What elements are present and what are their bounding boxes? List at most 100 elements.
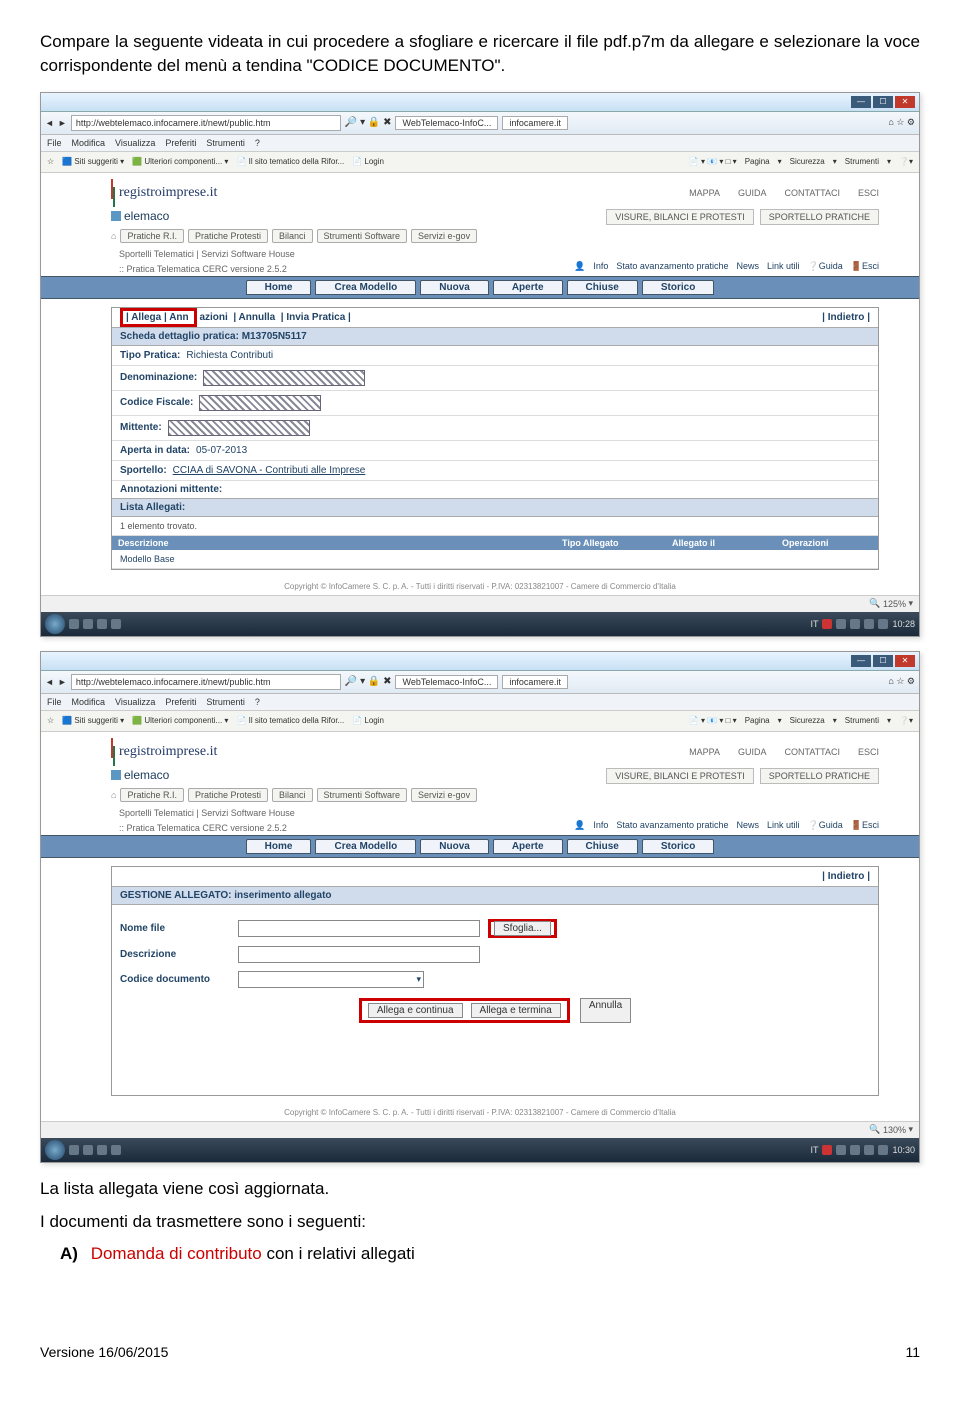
tray-icon[interactable] <box>822 1145 832 1155</box>
annulla-action[interactable]: | Annulla <box>233 312 275 323</box>
minimize-button[interactable]: — <box>851 96 871 108</box>
link-contatta[interactable]: CONTATTACI <box>784 188 840 198</box>
taskbar-icon[interactable] <box>97 619 107 629</box>
menu-help[interactable]: ? <box>255 138 260 148</box>
link-mappa[interactable]: MAPPA <box>689 747 720 757</box>
lnk-stato[interactable]: Stato avanzamento pratiche <box>616 261 728 272</box>
pill-protesti[interactable]: Pratiche Protesti <box>188 788 268 802</box>
btab-chiuse[interactable]: Chiuse <box>567 280 638 295</box>
btab-aperte[interactable]: Aperte <box>493 839 563 854</box>
nav-back-icon[interactable]: ◄ <box>45 118 54 128</box>
home-icon[interactable]: ⌂ <box>111 790 116 800</box>
pill-bilanci[interactable]: Bilanci <box>272 788 313 802</box>
menu-fav[interactable]: Preferiti <box>165 138 196 148</box>
lnk-link[interactable]: Link utili <box>767 261 800 272</box>
tray-icon[interactable] <box>878 619 888 629</box>
taskbar-icon[interactable] <box>69 619 79 629</box>
fav-help-icon[interactable]: ❔▾ <box>899 157 913 166</box>
menu-file[interactable]: File <box>47 697 62 707</box>
fav-sec[interactable]: Sicurezza <box>790 716 825 725</box>
taskbar-icon[interactable] <box>69 1145 79 1155</box>
tray-icon[interactable] <box>850 619 860 629</box>
sfoglia-button[interactable]: Sfoglia... <box>494 921 551 936</box>
btab-crea[interactable]: Crea Modello <box>315 839 416 854</box>
browser-tab-2[interactable]: infocamere.it <box>502 675 568 689</box>
telemaco-logo[interactable]: elemaco <box>111 209 169 223</box>
taskbar-icon[interactable] <box>97 1145 107 1155</box>
fav-page-lbl[interactable]: Pagina <box>745 716 770 725</box>
invia-action[interactable]: | Invia Pratica | <box>281 312 351 323</box>
lnk-info[interactable]: Info <box>593 261 608 272</box>
nav-fwd-icon[interactable]: ► <box>58 118 67 128</box>
indietro-action[interactable]: | Indietro | <box>822 312 870 323</box>
fav-tools[interactable]: Strumenti <box>845 157 879 166</box>
nav-back-icon[interactable]: ◄ <box>45 677 54 687</box>
btab-nuova[interactable]: Nuova <box>420 280 489 295</box>
tray-icon[interactable] <box>864 1145 874 1155</box>
link-mappa[interactable]: MAPPA <box>689 188 720 198</box>
menu-view[interactable]: Visualizza <box>115 697 155 707</box>
descrizione-input[interactable] <box>238 946 480 963</box>
menu-help[interactable]: ? <box>255 697 260 707</box>
close-button[interactable]: ✕ <box>895 655 915 667</box>
zoom-icon[interactable]: 🔍 <box>869 1124 880 1135</box>
lnk-esci[interactable]: 🚪Esci <box>851 820 879 831</box>
fav-page[interactable]: 📄 ▾ 📧 ▾ □ ▾ <box>689 716 737 725</box>
window-star-icon[interactable]: ⌂ ☆ ⚙ <box>888 676 915 687</box>
lnk-news[interactable]: News <box>736 820 759 831</box>
clock[interactable]: 10:28 <box>892 619 915 629</box>
close-button[interactable]: ✕ <box>895 96 915 108</box>
menu-view[interactable]: Visualizza <box>115 138 155 148</box>
pill-ri[interactable]: Pratiche R.I. <box>120 229 184 243</box>
link-esci[interactable]: ESCI <box>858 188 879 198</box>
allega-continua-button[interactable]: Allega e continua <box>368 1003 463 1018</box>
tray-icon[interactable] <box>822 619 832 629</box>
btab-aperte[interactable]: Aperte <box>493 280 563 295</box>
annulla-button[interactable]: Annulla <box>580 998 631 1023</box>
registro-logo[interactable]: registroimprese.it <box>111 179 217 207</box>
fav-rifor[interactable]: 📄 Il sito tematico della Rifor... <box>236 716 344 725</box>
url-input[interactable]: http://webtelemaco.infocamere.it/newt/pu… <box>71 674 341 690</box>
tray-icon[interactable] <box>864 619 874 629</box>
indietro-action[interactable]: | Indietro | <box>822 871 870 882</box>
nav-fwd-icon[interactable]: ► <box>58 677 67 687</box>
fav-page[interactable]: 📄 ▾ 📧 ▾ □ ▾ <box>689 157 737 166</box>
taskbar-icon[interactable] <box>83 619 93 629</box>
browser-tab-1[interactable]: WebTelemaco-InfoC... <box>395 675 498 689</box>
allega-action-highlight[interactable]: | Allega | Ann <box>120 308 197 327</box>
pill-protesti[interactable]: Pratiche Protesti <box>188 229 268 243</box>
lnk-guida[interactable]: ❔Guida <box>808 820 843 831</box>
browser-tab-1[interactable]: WebTelemaco-InfoC... <box>395 116 498 130</box>
fav-star-icon[interactable]: ☆ <box>47 716 54 725</box>
maximize-button[interactable]: ☐ <box>873 655 893 667</box>
tray-icon[interactable] <box>836 1145 846 1155</box>
home-icon[interactable]: ⌂ <box>111 231 116 241</box>
tab-visure[interactable]: VISURE, BILANCI E PROTESTI <box>606 768 754 784</box>
link-guida[interactable]: GUIDA <box>738 188 767 198</box>
tray-icon[interactable] <box>878 1145 888 1155</box>
lnk-link[interactable]: Link utili <box>767 820 800 831</box>
fav-suggested[interactable]: 🟦 Siti suggeriti ▾ <box>62 716 124 725</box>
menu-edit[interactable]: Modifica <box>72 697 106 707</box>
btab-chiuse[interactable]: Chiuse <box>567 839 638 854</box>
start-button[interactable] <box>45 1140 65 1160</box>
fav-login[interactable]: 📄 Login <box>352 716 384 725</box>
fav-suggested[interactable]: 🟦 Siti suggeriti ▾ <box>62 157 124 166</box>
tab-sportello[interactable]: SPORTELLO PRATICHE <box>760 768 879 784</box>
tray-icon[interactable] <box>850 1145 860 1155</box>
refresh-icon[interactable]: 🔎 ▾ 🔒 ✖ <box>345 117 392 128</box>
lang-indicator[interactable]: IT <box>810 1145 818 1155</box>
lnk-stato[interactable]: Stato avanzamento pratiche <box>616 820 728 831</box>
btab-nuova[interactable]: Nuova <box>420 839 489 854</box>
btab-storico[interactable]: Storico <box>642 839 714 854</box>
fav-help-icon[interactable]: ❔▾ <box>899 716 913 725</box>
nome-file-input[interactable] <box>238 920 480 937</box>
allega-termina-button[interactable]: Allega e termina <box>471 1003 561 1018</box>
menu-fav[interactable]: Preferiti <box>165 697 196 707</box>
tab-visure[interactable]: VISURE, BILANCI E PROTESTI <box>606 209 754 225</box>
fav-page-lbl[interactable]: Pagina <box>745 157 770 166</box>
fav-comp[interactable]: 🟩 Ulteriori componenti... ▾ <box>132 157 228 166</box>
lnk-esci[interactable]: 🚪Esci <box>851 261 879 272</box>
fav-tools[interactable]: Strumenti <box>845 716 879 725</box>
lnk-info[interactable]: Info <box>593 820 608 831</box>
